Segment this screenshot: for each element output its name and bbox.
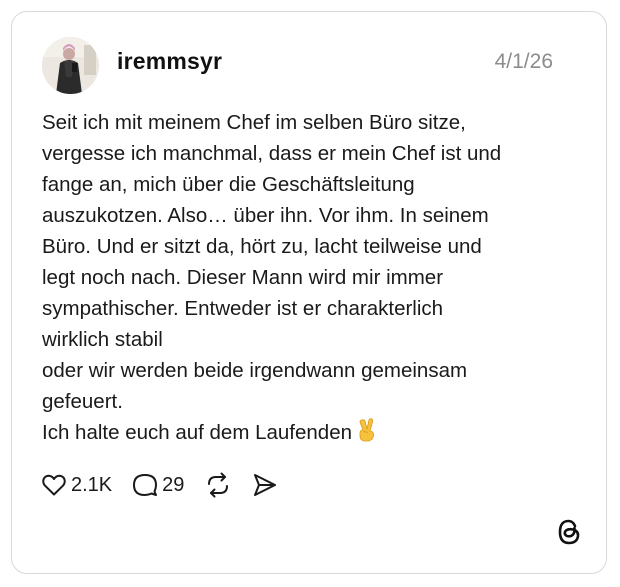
- heart-icon: [42, 474, 66, 496]
- threads-logo-icon: [556, 517, 582, 547]
- victory-hand-icon: [359, 418, 374, 442]
- repost-button[interactable]: [204, 472, 232, 498]
- comment-button[interactable]: 29: [132, 472, 184, 498]
- speech-bubble-icon: [133, 474, 158, 496]
- post-card: iremmsyr 4/1/26 Seit ich mit meinem Chef…: [11, 11, 607, 574]
- avatar[interactable]: [42, 37, 99, 94]
- post-text-line: vergesse ich manchmal, dass er mein Chef…: [42, 142, 502, 165]
- repost-icon: [208, 472, 229, 498]
- victory-hand-emoji: [356, 418, 378, 451]
- post-text-line: Büro. Und er sitzt da, hört zu, lacht te…: [42, 235, 482, 258]
- post-text-line: oder wir werden beide irgendwann gemeins…: [42, 359, 468, 382]
- post-text-line: sympathischer. Entweder ist er charakter…: [42, 297, 444, 320]
- comment-count: 29: [162, 473, 185, 496]
- post-text-last-line: Ich halte euch auf dem Laufenden: [42, 417, 562, 451]
- post-text-line: legt noch nach. Dieser Mann wird mir imm…: [42, 266, 444, 289]
- post-text-line: Seit ich mit meinem Chef im selben Büro …: [42, 111, 466, 134]
- send-icon: [254, 474, 277, 496]
- post-text-line: fange an, mich über die Geschäftsleitung: [42, 173, 415, 196]
- like-count: 2.1K: [71, 473, 113, 496]
- post-text-line: Ich halte euch auf dem Laufenden: [42, 421, 353, 444]
- post-text-line: auszukotzen. Also… über ihn. Vor ihm. In…: [42, 204, 489, 227]
- post-text-line: wirklich stabil: [42, 328, 163, 351]
- like-button[interactable]: 2.1K: [41, 473, 112, 497]
- share-button[interactable]: [252, 472, 278, 498]
- post-date: 4/1/26: [494, 50, 553, 73]
- post-body: Seit ich mit meinem Chef im selben Büro …: [42, 107, 562, 451]
- username[interactable]: iremmsyr: [117, 48, 222, 75]
- avatar-photo: [42, 37, 99, 94]
- action-bar: 2.1K 29: [41, 470, 298, 500]
- post-text-line: gefeuert.: [42, 390, 123, 413]
